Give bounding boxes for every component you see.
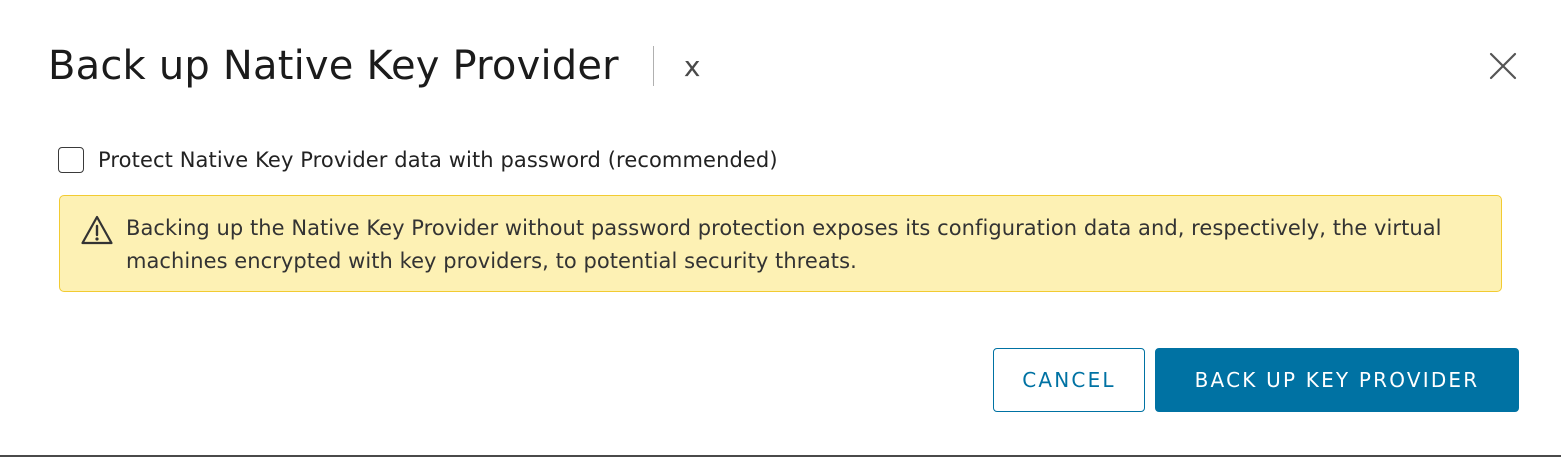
close-icon (1489, 52, 1517, 80)
back-up-key-provider-button[interactable]: BACK UP KEY PROVIDER (1155, 348, 1519, 412)
close-button[interactable] (1487, 50, 1519, 82)
dialog-title: Back up Native Key Provider (48, 43, 619, 89)
warning-triangle-icon (81, 215, 113, 245)
password-protect-label[interactable]: Protect Native Key Provider data with pa… (98, 148, 778, 172)
title-divider (652, 46, 654, 86)
password-protect-option: Protect Native Key Provider data with pa… (58, 147, 778, 173)
cancel-button[interactable]: CANCEL (993, 348, 1145, 412)
warning-alert: Backing up the Native Key Provider witho… (59, 195, 1502, 292)
title-suffix: x (683, 50, 701, 83)
backup-key-provider-dialog: Back up Native Key Provider x Protect Na… (0, 0, 1561, 457)
password-protect-checkbox[interactable] (58, 147, 84, 173)
warning-message: Backing up the Native Key Provider witho… (126, 216, 1442, 273)
dialog-header: Back up Native Key Provider x (48, 38, 1531, 94)
